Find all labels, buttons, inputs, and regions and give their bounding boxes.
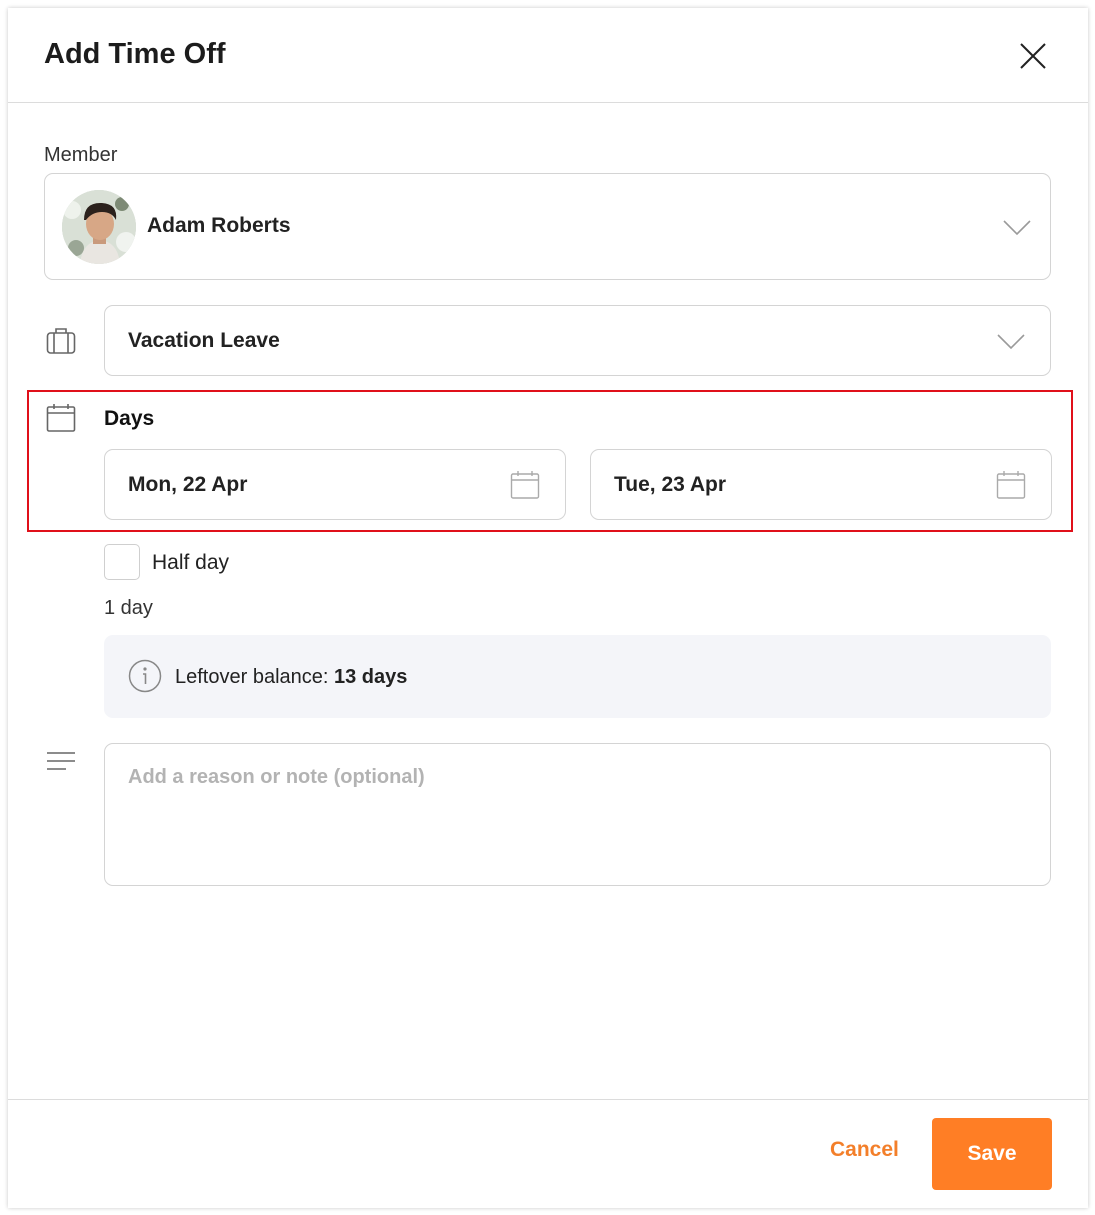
notes-icon bbox=[47, 752, 75, 770]
days-label: Days bbox=[104, 407, 155, 430]
calendar-icon bbox=[996, 471, 1026, 499]
member-name: Adam Roberts bbox=[147, 214, 291, 237]
calendar-icon bbox=[46, 404, 76, 432]
member-label: Member bbox=[44, 144, 118, 166]
half-day-label[interactable]: Half day bbox=[152, 551, 229, 575]
save-button[interactable]: Save bbox=[932, 1118, 1052, 1190]
dialog-footer: Cancel Save bbox=[8, 1099, 1088, 1208]
calendar-icon bbox=[510, 471, 540, 499]
half-day-checkbox[interactable] bbox=[104, 544, 140, 580]
briefcase-icon bbox=[46, 328, 76, 354]
end-date-field[interactable]: Tue, 23 Apr bbox=[590, 449, 1052, 520]
leave-type-value: Vacation Leave bbox=[128, 329, 280, 352]
balance-text: Leftover balance: 13 days bbox=[175, 666, 407, 689]
close-icon[interactable] bbox=[1016, 39, 1050, 73]
chevron-down-icon bbox=[1003, 220, 1031, 236]
dialog-header: Add Time Off bbox=[8, 8, 1088, 103]
start-date-field[interactable]: Mon, 22 Apr bbox=[104, 449, 566, 520]
balance-value: 13 days bbox=[334, 666, 408, 688]
balance-info-box: Leftover balance: 13 days bbox=[104, 635, 1051, 718]
member-select[interactable]: Adam Roberts bbox=[44, 173, 1051, 280]
cancel-button[interactable]: Cancel bbox=[830, 1138, 899, 1162]
add-time-off-dialog: Add Time Off Member Adam Roberts Vacatio… bbox=[8, 8, 1088, 1208]
note-textarea[interactable] bbox=[104, 743, 1051, 886]
leave-type-select[interactable]: Vacation Leave bbox=[104, 305, 1051, 376]
end-date-value: Tue, 23 Apr bbox=[614, 473, 727, 496]
avatar bbox=[62, 190, 136, 264]
info-icon bbox=[128, 659, 162, 693]
chevron-down-icon bbox=[997, 334, 1025, 350]
duration-text: 1 day bbox=[104, 597, 153, 619]
dialog-title: Add Time Off bbox=[44, 38, 226, 70]
start-date-value: Mon, 22 Apr bbox=[128, 473, 248, 496]
balance-label: Leftover balance: bbox=[175, 666, 329, 688]
